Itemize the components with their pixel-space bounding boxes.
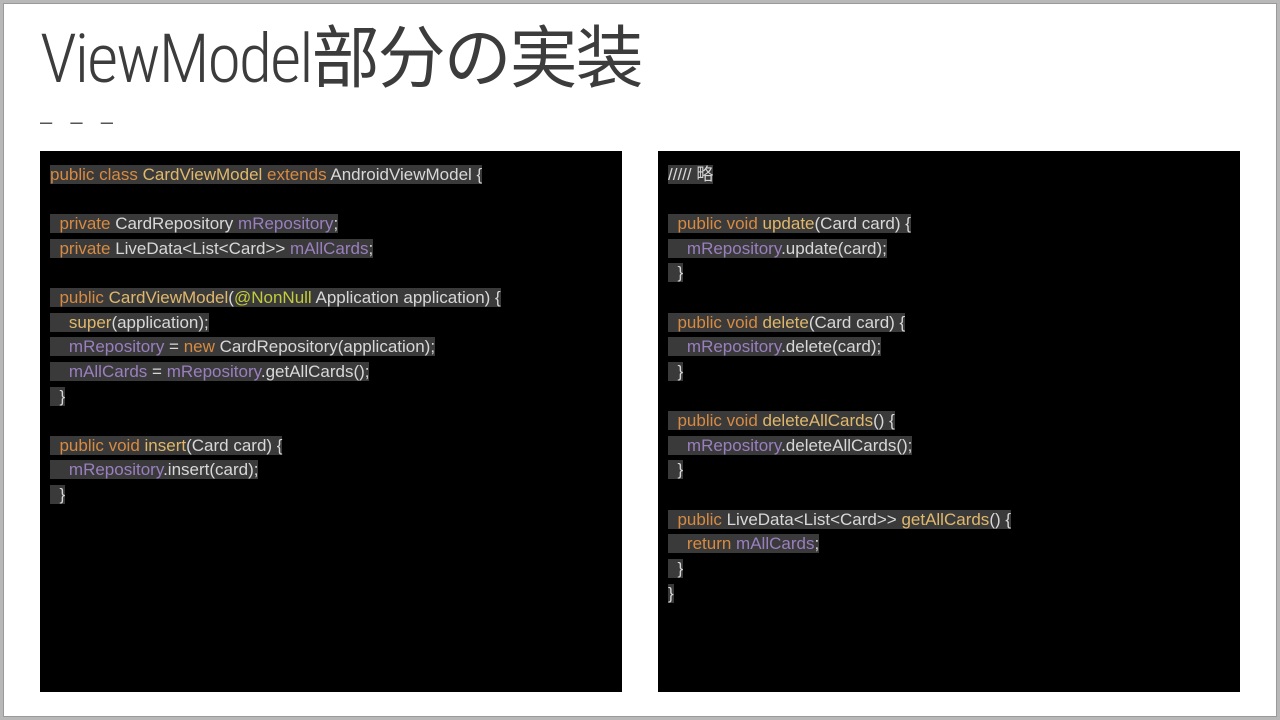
code-right: ///// 略 public void update(Card card) { … xyxy=(668,163,1230,607)
slide: ViewModel部分の実装 – – – public class CardVi… xyxy=(3,3,1277,717)
columns: public class CardViewModel extends Andro… xyxy=(40,151,1240,692)
divider-dashes: – – – xyxy=(40,109,1240,135)
code-block-left: public class CardViewModel extends Andro… xyxy=(40,151,622,692)
code-block-right: ///// 略 public void update(Card card) { … xyxy=(658,151,1240,692)
slide-title: ViewModel部分の実装 xyxy=(40,22,1240,97)
code-left: public class CardViewModel extends Andro… xyxy=(50,163,612,508)
